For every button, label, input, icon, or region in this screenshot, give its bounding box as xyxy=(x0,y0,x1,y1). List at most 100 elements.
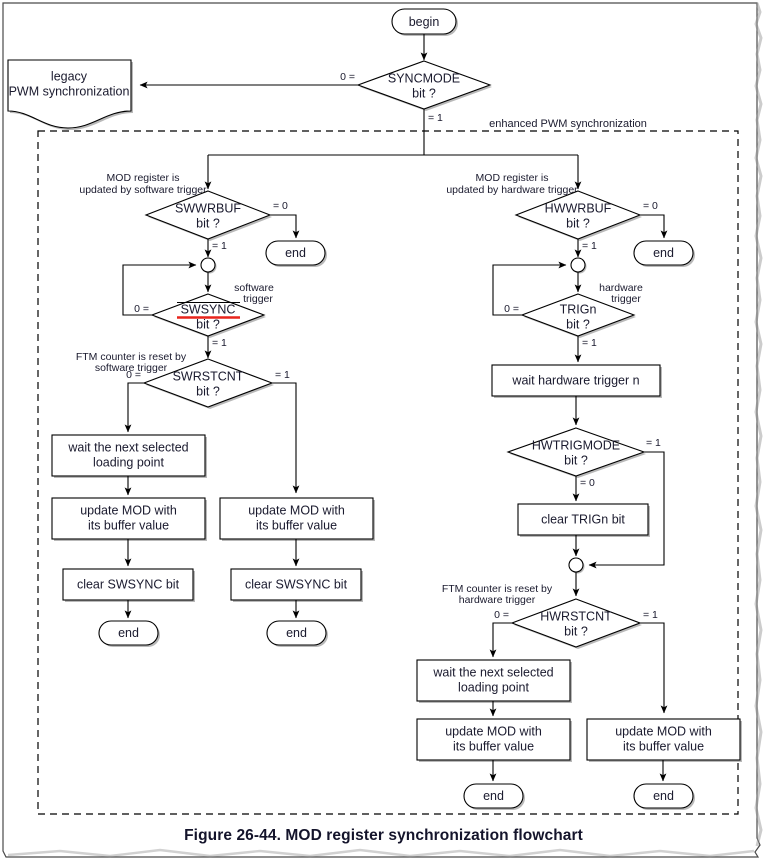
sw-clear-right-label: clear SWSYNC bit xyxy=(245,577,348,591)
edge-label-trign-one: = 1 xyxy=(582,337,597,349)
hw-end-right-label: end xyxy=(653,789,674,803)
edge-label-swwrbuf-zero: = 0 xyxy=(273,200,288,212)
swwrbuf-decision: SWWRBUF bit ? xyxy=(144,190,272,241)
software-clear-swsync-right-box: clear SWSYNC bit xyxy=(230,568,363,602)
sw-end-left-label: end xyxy=(118,626,139,640)
hwtrigmode-label-line2: bit ? xyxy=(564,453,588,467)
swwrbuf-label-line1: SWWRBUF xyxy=(175,201,241,215)
hw-update-right-line1: update MOD with xyxy=(615,724,712,738)
hwwrbuf-label-line2: bit ? xyxy=(566,216,590,230)
edge-label-hwtrigmode-one: = 1 xyxy=(646,437,661,449)
hardware-end-left-terminal: end xyxy=(463,783,525,810)
sw-clear-left-label: clear SWSYNC bit xyxy=(77,577,180,591)
swrstcnt-label-line2: bit ? xyxy=(196,384,220,398)
hardware-end-top-label: end xyxy=(653,246,674,260)
hardware-end-top-terminal: end xyxy=(633,240,695,267)
sw-update-left-line1: update MOD with xyxy=(80,503,177,517)
trign-label-line2: bit ? xyxy=(566,317,590,331)
edge-label-swsync-zero: 0 = xyxy=(134,303,149,315)
trign-label-line1: TRIGn xyxy=(560,302,597,316)
enhanced-pwm-region-label: enhanced PWM synchronization xyxy=(489,118,647,130)
edge-label-hwrstcnt-zero: 0 = xyxy=(494,609,509,621)
software-merge-junction xyxy=(200,257,217,274)
edge-hwrstcnt-one-down xyxy=(640,622,668,714)
hardware-trigger-annot-line2: trigger xyxy=(611,293,641,305)
wait-hardware-trigger-box: wait hardware trigger n xyxy=(491,364,662,398)
hardware-update-mod-left-box: update MOD with its buffer value xyxy=(416,718,572,762)
sw-update-right-line2: its buffer value xyxy=(256,518,337,532)
figure-page: enhanced PWM synchronization begin SYNCM… xyxy=(0,0,767,860)
software-trigger-annot-line2: trigger xyxy=(243,293,273,305)
wait-hardware-trigger-label: wait hardware trigger n xyxy=(511,373,639,387)
software-clear-swsync-left-box: clear SWSYNC bit xyxy=(62,568,195,602)
software-annotation-line2: updated by software trigger xyxy=(79,184,207,196)
edge-label-swsync-one: = 1 xyxy=(212,337,227,349)
hardware-end-right-terminal: end xyxy=(633,783,695,810)
hardware-wait-loading-point-box: wait the next selected loading point xyxy=(416,659,572,703)
edge-label-swrstcnt-one: = 1 xyxy=(275,369,290,381)
software-annotation-line1: MOD register is xyxy=(107,172,180,184)
hwrstcnt-label-line2: bit ? xyxy=(564,624,588,638)
software-update-mod-right-box: update MOD with its buffer value xyxy=(219,497,375,541)
edge-hwwrbuf-to-end xyxy=(640,214,668,239)
hardware-update-mod-right-box: update MOD with its buffer value xyxy=(586,718,742,762)
edge-label-hwtrigmode-zero: = 0 xyxy=(580,477,595,489)
edge-label-hwwrbuf-one: = 1 xyxy=(582,240,597,252)
swsync-label-line1: SWSYNC xyxy=(181,302,236,316)
hwwrbuf-label-line1: HWWRBUF xyxy=(545,201,612,215)
swsync-label-line2: bit ? xyxy=(196,317,220,331)
hw-end-left-label: end xyxy=(483,789,504,803)
clear-trign-label: clear TRIGn bit xyxy=(541,512,625,526)
edge-swwrbuf-to-end xyxy=(270,214,300,239)
hardware-reset-annot-line2: hardware trigger xyxy=(459,594,536,606)
begin-label: begin xyxy=(409,15,440,29)
software-end-top-terminal: end xyxy=(265,240,327,267)
hardware-post-trigmode-merge-junction xyxy=(568,557,585,574)
hardware-wait-label-line1: wait the next selected xyxy=(432,665,553,679)
edge-swrstcnt-one-down xyxy=(272,382,300,494)
software-wait-loading-point-box: wait the next selected loading point xyxy=(51,434,207,478)
hardware-wait-label-line2: loading point xyxy=(458,680,529,694)
software-wait-label-line2: loading point xyxy=(93,455,164,469)
page-bottom-texture xyxy=(7,848,755,858)
edge-label-hwwrbuf-zero: = 0 xyxy=(643,200,658,212)
hardware-annotation-line2: updated by hardware trigger xyxy=(446,184,578,196)
hwrstcnt-decision: HWRSTCNT bit ? xyxy=(510,598,642,649)
edge-hwrstcnt-zero-down xyxy=(489,622,512,658)
swrstcnt-label-line1: SWRSTCNT xyxy=(173,369,244,383)
syncmode-decision: SYNCMODE bit ? xyxy=(356,60,492,111)
software-end-top-label: end xyxy=(285,246,306,260)
syncmode-label-line1: SYNCMODE xyxy=(388,71,460,85)
sw-end-right-label: end xyxy=(286,626,307,640)
sw-update-right-line1: update MOD with xyxy=(248,503,345,517)
clear-trign-bit-box: clear TRIGn bit xyxy=(517,503,650,537)
edge-label-swwrbuf-one: = 1 xyxy=(212,240,227,252)
edge-label-trign-zero: 0 = xyxy=(504,303,519,315)
hw-update-right-line2: its buffer value xyxy=(623,739,704,753)
edge-label-swrstcnt-zero: 0 = xyxy=(126,369,141,381)
legacy-label-line2: PWM synchronization xyxy=(9,84,130,98)
legacy-pwm-document: legacy PWM synchronization xyxy=(7,59,133,130)
sw-update-left-line2: its buffer value xyxy=(88,518,169,532)
begin-terminal: begin xyxy=(391,8,458,36)
hwwrbuf-decision: HWWRBUF bit ? xyxy=(514,190,642,241)
edge-swrstcnt-zero-down xyxy=(124,382,144,433)
software-update-mod-left-box: update MOD with its buffer value xyxy=(51,497,207,541)
edge-label-syncmode-one: = 1 xyxy=(428,112,443,124)
edge-label-hwrstcnt-one: = 1 xyxy=(643,609,658,621)
hardware-annotation-line1: MOD register is xyxy=(476,172,549,184)
software-end-left-terminal: end xyxy=(98,620,160,647)
hwtrigmode-decision: HWTRIGMODE bit ? xyxy=(506,427,646,478)
hwtrigmode-label-line1: HWTRIGMODE xyxy=(532,438,620,452)
swwrbuf-label-line2: bit ? xyxy=(196,216,220,230)
legacy-label-line1: legacy xyxy=(51,69,88,83)
software-end-right-terminal: end xyxy=(266,620,328,647)
edge-label-syncmode-zero: 0 = xyxy=(340,71,355,83)
hw-update-left-line2: its buffer value xyxy=(453,739,534,753)
hwrstcnt-label-line1: HWRSTCNT xyxy=(540,609,612,623)
figure-caption: Figure 26-44. MOD register synchronizati… xyxy=(184,827,583,844)
hardware-merge-junction xyxy=(570,257,587,274)
hw-update-left-line1: update MOD with xyxy=(445,724,542,738)
flowchart-canvas: enhanced PWM synchronization begin SYNCM… xyxy=(2,2,763,858)
software-wait-label-line1: wait the next selected xyxy=(67,440,188,454)
